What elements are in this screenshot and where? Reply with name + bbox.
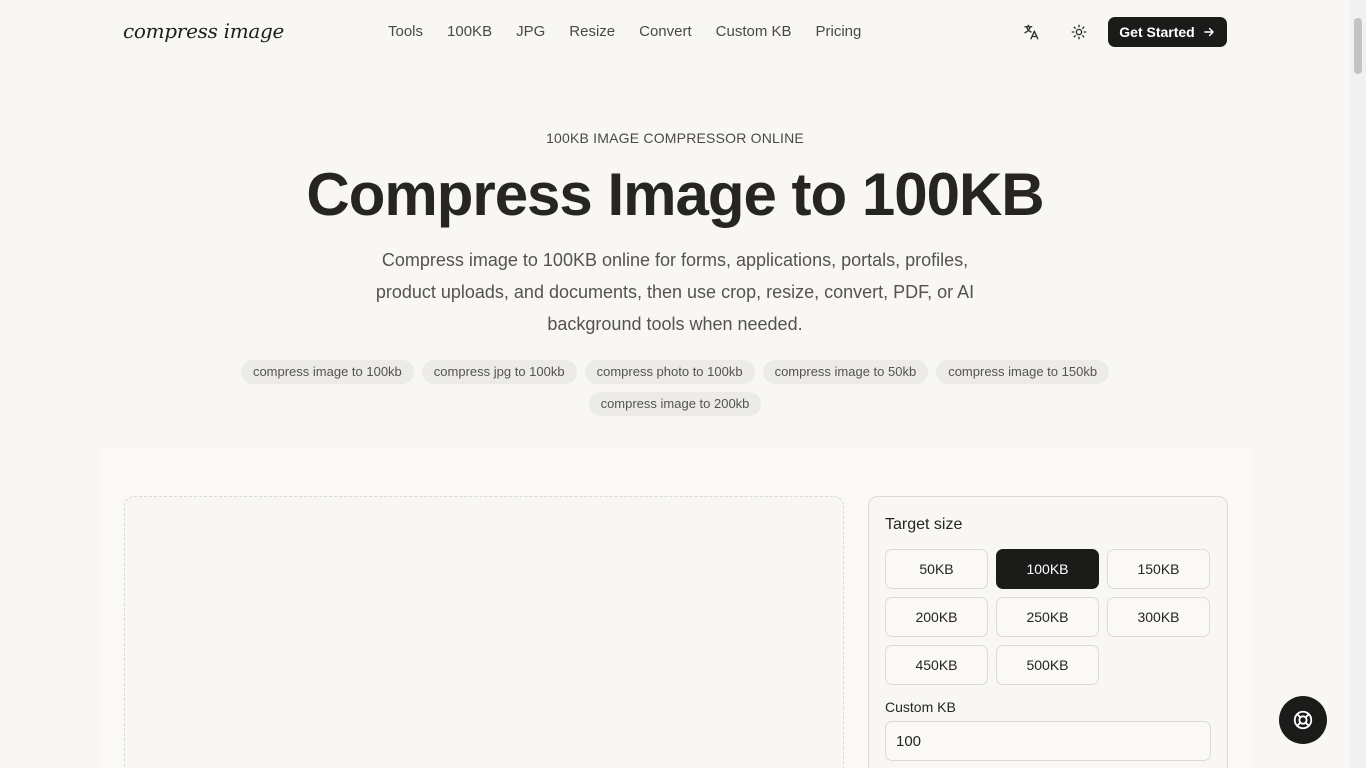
- nav-100kb[interactable]: 100KB: [447, 22, 492, 42]
- hero-subtitle: Compress image to 100KB online for forms…: [375, 250, 975, 334]
- size-option-200kb[interactable]: 200KB: [885, 597, 988, 637]
- site-header: compress image Tools 100KB JPG Resize Co…: [0, 0, 1350, 64]
- nav-jpg[interactable]: JPG: [516, 22, 545, 42]
- lifebuoy-icon: [1293, 710, 1313, 730]
- size-option-100kb[interactable]: 100KB: [996, 549, 1099, 589]
- size-options: 50KB 100KB 150KB 200KB 250KB 300KB 450KB…: [885, 549, 1211, 685]
- keyword-chip[interactable]: compress image to 150kb: [936, 360, 1110, 384]
- nav-convert[interactable]: Convert: [639, 22, 692, 42]
- target-size-panel: Target size 50KB 100KB 150KB 200KB 250KB…: [868, 496, 1228, 768]
- size-option-250kb[interactable]: 250KB: [996, 597, 1099, 637]
- nav-resize[interactable]: Resize: [569, 22, 615, 42]
- target-size-title: Target size: [885, 516, 963, 533]
- size-option-300kb[interactable]: 300KB: [1107, 597, 1210, 637]
- get-started-button[interactable]: Get Started: [1108, 17, 1227, 47]
- get-started-label: Get Started: [1119, 24, 1195, 40]
- help-button[interactable]: [1279, 696, 1327, 744]
- size-option-50kb[interactable]: 50KB: [885, 549, 988, 589]
- nav-tools[interactable]: Tools: [388, 22, 423, 42]
- keyword-chip[interactable]: compress image to 200kb: [588, 392, 762, 416]
- keyword-chip[interactable]: compress jpg to 100kb: [421, 360, 577, 384]
- keyword-chips: compress image to 100kb compress jpg to …: [240, 360, 1110, 416]
- nav-custom-kb[interactable]: Custom KB: [716, 22, 792, 42]
- upload-dropzone[interactable]: [124, 496, 844, 768]
- custom-kb-label: Custom KB: [885, 699, 956, 715]
- site-logo[interactable]: compress image: [123, 19, 284, 43]
- keyword-chip[interactable]: compress image to 100kb: [240, 360, 414, 384]
- size-option-150kb[interactable]: 150KB: [1107, 549, 1210, 589]
- size-option-500kb[interactable]: 500KB: [996, 645, 1099, 685]
- keyword-chip[interactable]: compress image to 50kb: [762, 360, 929, 384]
- page-title: Compress Image to 100KB: [306, 161, 1044, 228]
- custom-kb-input[interactable]: [885, 721, 1211, 761]
- translate-icon[interactable]: [1019, 20, 1043, 44]
- size-option-450kb[interactable]: 450KB: [885, 645, 988, 685]
- page-scrollbar[interactable]: [1350, 0, 1366, 768]
- nav-pricing[interactable]: Pricing: [816, 22, 862, 42]
- hero-eyebrow: 100KB IMAGE COMPRESSOR ONLINE: [546, 130, 804, 146]
- sun-icon[interactable]: [1067, 20, 1091, 44]
- scrollbar-thumb[interactable]: [1354, 18, 1362, 74]
- keyword-chip[interactable]: compress photo to 100kb: [584, 360, 755, 384]
- arrow-right-icon: [1203, 27, 1214, 37]
- main-nav: Tools 100KB JPG Resize Convert Custom KB…: [388, 22, 885, 42]
